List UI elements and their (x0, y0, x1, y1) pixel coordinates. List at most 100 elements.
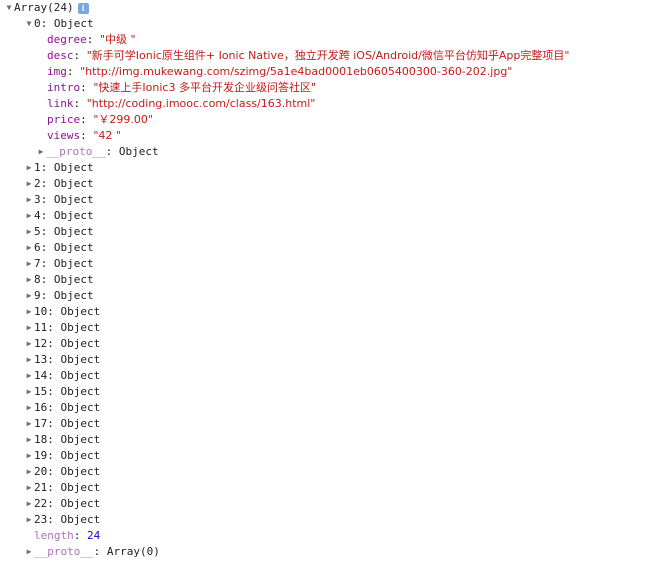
property-value: "新手可学Ionic原生组件+ Ionic Native，独立开发跨 iOS/A… (86, 49, 570, 62)
property-value: "￥299.00" (93, 113, 153, 126)
array-item-label: 1: Object (34, 161, 94, 174)
array-item-label: 11: Object (34, 321, 101, 334)
expand-triangle-right-icon[interactable]: ▶ (24, 416, 34, 432)
array-item-label: 16: Object (34, 401, 101, 414)
array-item-label: 8: Object (34, 273, 94, 286)
array-item-row[interactable]: ▶ 9: Object (24, 288, 94, 304)
array-proto-row[interactable]: ▶ __proto__: Array(0) (24, 544, 160, 560)
array-item-row[interactable]: ▶ 3: Object (24, 192, 94, 208)
expand-triangle-right-icon[interactable]: ▶ (24, 432, 34, 448)
expand-triangle-right-icon[interactable]: ▶ (24, 352, 34, 368)
expand-triangle-right-icon[interactable]: ▶ (24, 544, 34, 560)
expand-triangle-down-icon[interactable]: ▼ (4, 0, 14, 16)
expand-triangle-right-icon[interactable]: ▶ (24, 288, 34, 304)
expand-triangle-right-icon[interactable]: ▶ (24, 448, 34, 464)
property-key: desc (47, 49, 74, 62)
array-root-label: Array(24) (14, 1, 74, 14)
property-value: "42 " (93, 129, 121, 142)
array-item-label: 14: Object (34, 369, 101, 382)
item0-proto-row[interactable]: ▶ __proto__: Object (36, 144, 159, 160)
devtools-console-output: ▼ Array(24) i ▼ 0: Object degree: "中级 " desc… (0, 0, 655, 564)
array-item-row[interactable]: ▶ 23: Object (24, 512, 101, 528)
array-item-row[interactable]: ▶ 19: Object (24, 448, 101, 464)
array-item-label: 18: Object (34, 433, 101, 446)
array-item-row[interactable]: ▶ 13: Object (24, 352, 101, 368)
array-item-row[interactable]: ▶ 20: Object (24, 464, 101, 480)
expand-triangle-right-icon[interactable]: ▶ (24, 464, 34, 480)
property-row: link: "http://coding.imooc.com/class/163… (47, 97, 316, 110)
expand-triangle-right-icon[interactable]: ▶ (24, 496, 34, 512)
property-row: degree: "中级 " (47, 33, 136, 46)
array-item-row[interactable]: ▶ 2: Object (24, 176, 94, 192)
property-key: price (47, 113, 81, 126)
expand-triangle-right-icon[interactable]: ▶ (24, 384, 34, 400)
expand-triangle-right-icon[interactable]: ▶ (24, 272, 34, 288)
array-item-label: 13: Object (34, 353, 101, 366)
array-item-row[interactable]: ▶ 1: Object (24, 160, 94, 176)
expand-triangle-down-icon[interactable]: ▼ (24, 16, 34, 32)
array-item-row[interactable]: ▶ 18: Object (24, 432, 101, 448)
array-item-row[interactable]: ▶ 21: Object (24, 480, 101, 496)
property-row: img: "http://img.mukewang.com/szimg/5a1e… (47, 65, 513, 78)
array-item-row[interactable]: ▶ 17: Object (24, 416, 101, 432)
array-item-label: 0: Object (34, 17, 94, 30)
expand-triangle-right-icon[interactable]: ▶ (24, 304, 34, 320)
length-value: 24 (87, 529, 101, 542)
property-row: views: "42 " (47, 129, 121, 142)
expand-triangle-right-icon[interactable]: ▶ (24, 480, 34, 496)
proto-value: Object (118, 145, 159, 158)
expand-triangle-right-icon[interactable]: ▶ (24, 400, 34, 416)
property-value: "http://coding.imooc.com/class/163.html" (86, 97, 316, 110)
array-item-label: 17: Object (34, 417, 101, 430)
array-item-label: 6: Object (34, 241, 94, 254)
array-item-row[interactable]: ▶ 10: Object (24, 304, 101, 320)
array-item-row[interactable]: ▶ 5: Object (24, 224, 94, 240)
array-item-row[interactable]: ▶ 4: Object (24, 208, 94, 224)
expand-triangle-right-icon[interactable]: ▶ (24, 368, 34, 384)
array-item-label: 12: Object (34, 337, 101, 350)
expand-triangle-right-icon[interactable]: ▶ (24, 320, 34, 336)
array-item-label: 7: Object (34, 257, 94, 270)
array-item-row[interactable]: ▶ 7: Object (24, 256, 94, 272)
array-proto-key: __proto__ (34, 545, 94, 558)
expand-triangle-right-icon[interactable]: ▶ (24, 176, 34, 192)
property-row: desc: "新手可学Ionic原生组件+ Ionic Native，独立开发跨… (47, 49, 570, 62)
array-item-row[interactable]: ▶ 6: Object (24, 240, 94, 256)
array-item-row[interactable]: ▶ 11: Object (24, 320, 101, 336)
array-item-label: 5: Object (34, 225, 94, 238)
expand-triangle-right-icon[interactable]: ▶ (24, 512, 34, 528)
expand-triangle-right-icon[interactable]: ▶ (24, 160, 34, 176)
array-item-row[interactable]: ▶ 12: Object (24, 336, 101, 352)
array-item-label: 23: Object (34, 513, 101, 526)
proto-key: __proto__ (46, 145, 106, 158)
array-root-row[interactable]: ▼ Array(24) i (4, 0, 89, 16)
expand-triangle-right-icon[interactable]: ▶ (24, 224, 34, 240)
array-item-label: 4: Object (34, 209, 94, 222)
array-item-row[interactable]: ▶ 8: Object (24, 272, 94, 288)
expand-triangle-right-icon[interactable]: ▶ (24, 336, 34, 352)
property-key: views (47, 129, 81, 142)
array-item-row[interactable]: ▶ 15: Object (24, 384, 101, 400)
property-row: price: "￥299.00" (47, 113, 153, 126)
array-item-label: 9: Object (34, 289, 94, 302)
expand-triangle-right-icon[interactable]: ▶ (24, 192, 34, 208)
array-item-row[interactable]: ▶ 14: Object (24, 368, 101, 384)
property-key: link (47, 97, 74, 110)
array-item-label: 21: Object (34, 481, 101, 494)
expand-triangle-right-icon[interactable]: ▶ (24, 256, 34, 272)
array-item-row[interactable]: ▶ 16: Object (24, 400, 101, 416)
array-item-label: 22: Object (34, 497, 101, 510)
property-value: "http://img.mukewang.com/szimg/5a1e4bad0… (80, 65, 513, 78)
array-item-row[interactable]: ▶ 22: Object (24, 496, 101, 512)
array-proto-value: Array(0) (106, 545, 160, 558)
expand-triangle-right-icon[interactable]: ▶ (24, 208, 34, 224)
array-item-0-row[interactable]: ▼ 0: Object (24, 16, 94, 32)
property-value: "快速上手Ionic3 多平台开发企业级问答社区" (93, 81, 317, 94)
info-icon[interactable]: i (77, 2, 89, 14)
expand-triangle-right-icon[interactable]: ▶ (36, 144, 46, 160)
property-value: "中级 " (100, 33, 136, 46)
array-item-label: 2: Object (34, 177, 94, 190)
array-item-label: 10: Object (34, 305, 101, 318)
array-item-label: 20: Object (34, 465, 101, 478)
expand-triangle-right-icon[interactable]: ▶ (24, 240, 34, 256)
